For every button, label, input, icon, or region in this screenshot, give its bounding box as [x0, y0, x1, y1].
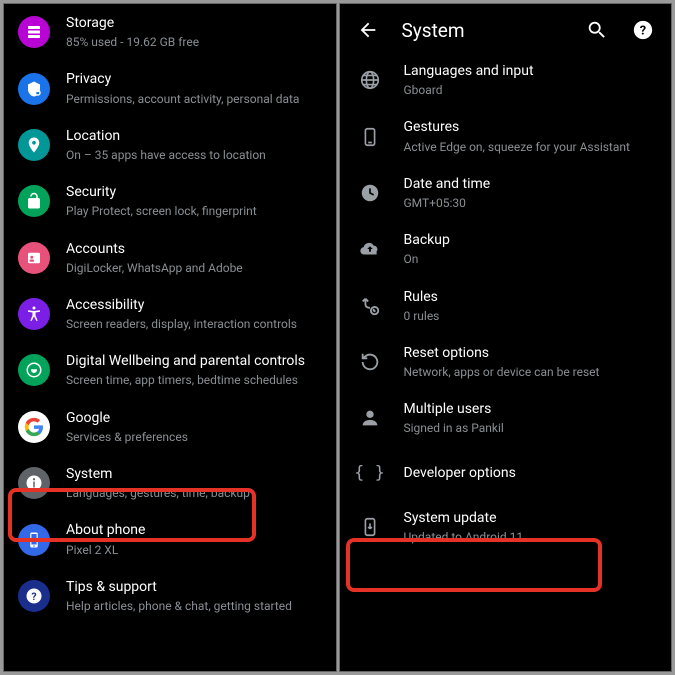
system-item-update[interactable]: System update Updated to Android 11	[340, 499, 672, 555]
row-sub: Active Edge on, squeeze for your Assista…	[404, 139, 630, 155]
system-item-datetime[interactable]: Date and time GMT+05:30	[340, 165, 672, 221]
row-label: Google	[66, 409, 188, 427]
row-sub: Network, apps or device can be reset	[404, 364, 600, 380]
gesture-icon	[356, 123, 384, 151]
row-sub: Permissions, account activity, personal …	[66, 91, 299, 107]
accounts-icon	[18, 242, 50, 274]
system-item-gestures[interactable]: Gestures Active Edge on, squeeze for you…	[340, 108, 672, 164]
rules-icon	[356, 292, 384, 320]
settings-item-wellbeing[interactable]: Digital Wellbeing and parental controls …	[4, 342, 336, 398]
clock-icon	[356, 179, 384, 207]
system-screen: System ? Languages and input Gboard Gest…	[339, 3, 673, 672]
settings-item-tips[interactable]: ? Tips & support Help articles, phone & …	[4, 568, 336, 624]
settings-item-accessibility[interactable]: Accessibility Screen readers, display, i…	[4, 286, 336, 342]
system-item-language[interactable]: Languages and input Gboard	[340, 52, 672, 108]
row-sub: Screen readers, display, interaction con…	[66, 316, 297, 332]
row-label: Security	[66, 183, 257, 201]
row-sub: On – 35 apps have access to location	[66, 147, 266, 163]
about-icon	[18, 524, 50, 556]
settings-item-privacy[interactable]: Privacy Permissions, account activity, p…	[4, 60, 336, 116]
row-label: Digital Wellbeing and parental controls	[66, 352, 305, 370]
language-icon	[356, 66, 384, 94]
help-icon: ?	[18, 580, 50, 612]
row-label: System	[66, 465, 250, 483]
row-sub: Updated to Android 11	[404, 529, 524, 545]
row-label: Location	[66, 127, 266, 145]
row-sub: Gboard	[404, 82, 534, 98]
google-icon	[18, 411, 50, 443]
system-item-users[interactable]: Multiple users Signed in as Pankil	[340, 390, 672, 446]
row-sub: 85% used - 19.62 GB free	[66, 34, 199, 50]
help-button[interactable]: ?	[631, 18, 655, 42]
row-label: Privacy	[66, 70, 299, 88]
system-item-rules[interactable]: Rules 0 rules	[340, 278, 672, 334]
security-icon	[18, 185, 50, 217]
row-sub: On	[404, 251, 450, 267]
row-label: Languages and input	[404, 62, 534, 80]
system-item-developer[interactable]: { } Developer options	[340, 447, 672, 499]
privacy-icon	[18, 73, 50, 105]
row-label: Developer options	[404, 464, 516, 482]
row-label: Multiple users	[404, 400, 504, 418]
system-item-backup[interactable]: Backup On	[340, 221, 672, 277]
row-label: Tips & support	[66, 578, 292, 596]
row-label: Reset options	[404, 344, 600, 362]
update-icon	[356, 513, 384, 541]
row-label: System update	[404, 509, 524, 527]
settings-item-accounts[interactable]: Accounts DigiLocker, WhatsApp and Adobe	[4, 230, 336, 286]
storage-icon	[18, 16, 50, 48]
page-title: System	[402, 19, 564, 42]
settings-item-security[interactable]: Security Play Protect, screen lock, fing…	[4, 173, 336, 229]
settings-item-storage[interactable]: Storage 85% used - 19.62 GB free	[4, 4, 336, 60]
settings-item-about[interactable]: About phone Pixel 2 XL	[4, 511, 336, 567]
row-sub: Help articles, phone & chat, getting sta…	[66, 598, 292, 614]
row-sub: Play Protect, screen lock, fingerprint	[66, 203, 257, 219]
system-item-reset[interactable]: Reset options Network, apps or device ca…	[340, 334, 672, 390]
row-label: About phone	[66, 521, 145, 539]
row-sub: Screen time, app timers, bedtime schedul…	[66, 372, 305, 388]
accessibility-icon	[18, 298, 50, 330]
row-sub: 0 rules	[404, 308, 440, 324]
row-label: Storage	[66, 14, 199, 32]
reset-icon	[356, 348, 384, 376]
settings-item-system[interactable]: System Languages, gestures, time, backup	[4, 455, 336, 511]
row-sub: DigiLocker, WhatsApp and Adobe	[66, 260, 243, 276]
row-label: Gestures	[404, 118, 630, 136]
settings-screen: Storage 85% used - 19.62 GB free Privacy…	[3, 3, 337, 672]
users-icon	[356, 404, 384, 432]
svg-text:?: ?	[640, 24, 646, 39]
row-label: Accessibility	[66, 296, 297, 314]
settings-item-location[interactable]: Location On – 35 apps have access to loc…	[4, 117, 336, 173]
backup-icon	[356, 235, 384, 263]
system-icon	[18, 467, 50, 499]
row-label: Accounts	[66, 240, 243, 258]
row-sub: Languages, gestures, time, backup	[66, 485, 250, 501]
wellbeing-icon	[18, 354, 50, 386]
row-label: Backup	[404, 231, 450, 249]
row-label: Rules	[404, 288, 440, 306]
row-sub: Services & preferences	[66, 429, 188, 445]
settings-item-google[interactable]: Google Services & preferences	[4, 399, 336, 455]
search-button[interactable]	[585, 18, 609, 42]
row-label: Date and time	[404, 175, 491, 193]
location-icon	[18, 129, 50, 161]
row-sub: GMT+05:30	[404, 195, 491, 211]
svg-text:?: ?	[31, 590, 36, 603]
back-button[interactable]	[356, 18, 380, 42]
row-sub: Signed in as Pankil	[404, 420, 504, 436]
dev-icon: { }	[356, 459, 384, 487]
row-sub: Pixel 2 XL	[66, 542, 145, 558]
